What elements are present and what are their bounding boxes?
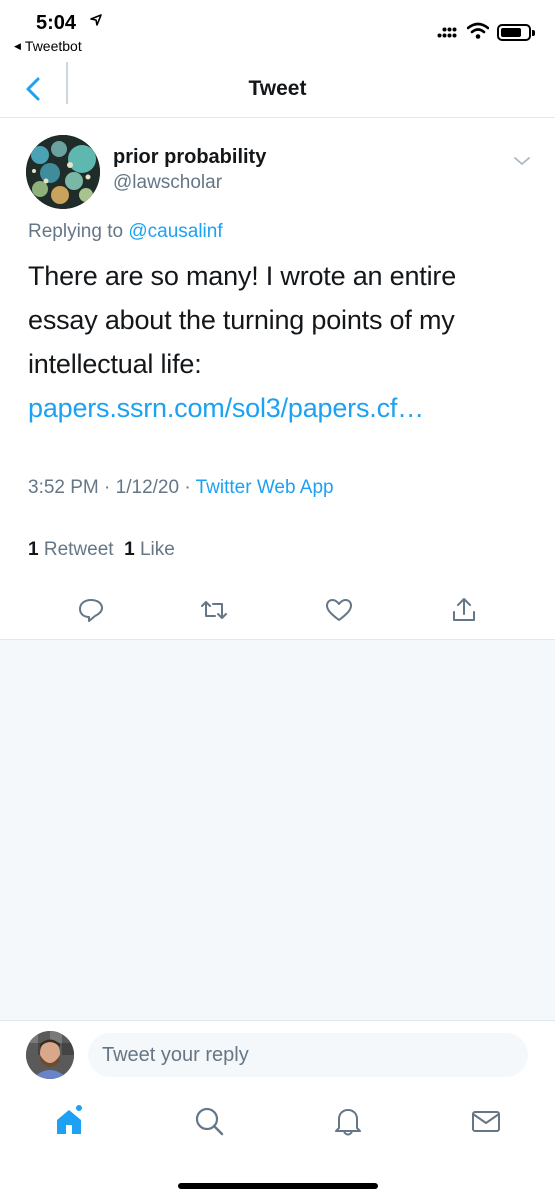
like-icon[interactable]: [323, 594, 355, 626]
tweet-detail: prior probability @lawscholar Replying t…: [0, 118, 555, 640]
reply-composer: [0, 1020, 555, 1090]
current-user-avatar[interactable]: [26, 1031, 74, 1079]
tweet-actions: [0, 590, 555, 630]
replying-to-mention[interactable]: @causalinf: [128, 221, 222, 242]
likes-stat[interactable]: 1 Like: [124, 539, 175, 560]
tweet-text-content: There are so many! I wrote an entire ess…: [28, 261, 457, 379]
retweet-label: Retweet: [38, 539, 114, 560]
share-icon[interactable]: [448, 594, 480, 626]
tweet-date: 1/12/20: [115, 477, 180, 498]
home-indicator[interactable]: [178, 1183, 378, 1189]
like-count: 1: [124, 539, 135, 560]
notifications-icon[interactable]: [331, 1104, 365, 1138]
meta-separator: ·: [179, 477, 196, 498]
home-icon[interactable]: [52, 1104, 86, 1138]
reply-icon[interactable]: [75, 594, 107, 626]
nav-header: Tweet: [0, 62, 555, 118]
like-label: Like: [134, 539, 175, 560]
meta-separator: ·: [98, 477, 116, 498]
avatar-image: [26, 135, 100, 209]
back-app-label: Tweetbot: [24, 38, 82, 54]
author-handle[interactable]: @lawscholar: [113, 172, 222, 194]
tweet-link[interactable]: papers.ssrn.com/sol3/papers.cf…: [28, 393, 424, 423]
tweet-meta: 3:52 PM · 1/12/20 · Twitter Web App: [28, 477, 334, 499]
page-title: Tweet: [248, 77, 307, 100]
cellular-signal-icon: [437, 27, 457, 38]
wifi-icon: [467, 22, 489, 39]
retweet-icon[interactable]: [198, 594, 230, 626]
search-icon[interactable]: [192, 1104, 226, 1138]
tweet-time: 3:52 PM: [28, 477, 99, 498]
replying-to-line: Replying to @causalinf: [28, 221, 223, 243]
status-bar: 5:04 ◀ Tweetbot: [0, 0, 555, 62]
replying-to-prefix: Replying to: [28, 221, 129, 242]
author-display-name[interactable]: prior probability: [113, 146, 266, 169]
battery-icon: [497, 24, 535, 41]
retweet-count: 1: [28, 539, 39, 560]
back-triangle-icon: ◀: [14, 40, 21, 51]
messages-icon[interactable]: [469, 1104, 503, 1138]
back-to-app-button[interactable]: ◀ Tweetbot: [14, 38, 82, 54]
author-avatar[interactable]: [26, 135, 100, 209]
reply-input[interactable]: [88, 1033, 528, 1077]
tweet-source[interactable]: Twitter Web App: [196, 477, 334, 498]
tweet-text: There are so many! I wrote an entire ess…: [28, 254, 528, 430]
location-arrow-icon: [90, 14, 102, 26]
current-user-avatar-image: [26, 1031, 74, 1079]
retweets-stat[interactable]: 1 Retweet: [28, 539, 114, 560]
chevron-down-icon[interactable]: [513, 155, 531, 167]
tweet-stats: 1 Retweet 1 Like: [28, 539, 175, 561]
status-time: 5:04: [36, 12, 77, 34]
